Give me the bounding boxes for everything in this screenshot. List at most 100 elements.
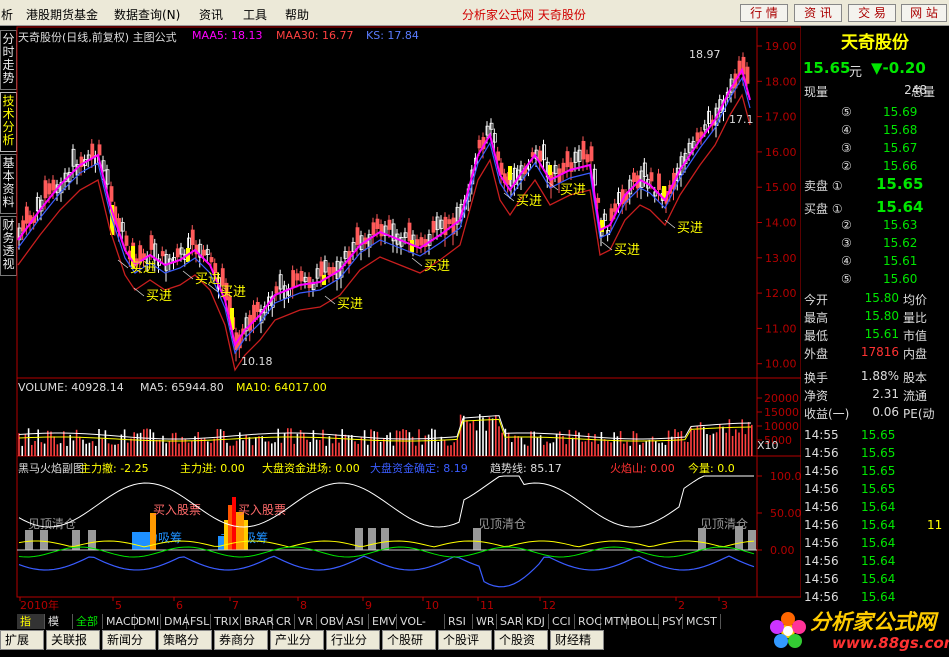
tick-price: 15.65 bbox=[861, 446, 896, 460]
stat-row: 换手 1.88% 股本 bbox=[801, 369, 949, 387]
candle bbox=[319, 261, 324, 277]
bottom-tab[interactable]: 策略分析 bbox=[158, 630, 212, 657]
volume-label: 现量 bbox=[804, 85, 829, 99]
candle bbox=[379, 224, 384, 237]
indicator-tab[interactable]: BOLL bbox=[627, 614, 659, 629]
candle bbox=[97, 144, 102, 156]
candle bbox=[209, 257, 214, 263]
tick-time: 14:56 bbox=[804, 572, 839, 586]
candle bbox=[596, 197, 601, 203]
buy-signal-candle bbox=[508, 166, 512, 180]
main-in-legend: 主力进: 0.00 bbox=[180, 462, 245, 475]
indicator-tab[interactable]: TRIX bbox=[211, 614, 241, 629]
indicator-tab[interactable]: CCI bbox=[549, 614, 575, 629]
tick-volume: 11 bbox=[927, 518, 943, 532]
buy-stock-label: 买入股票 bbox=[153, 503, 201, 517]
candle bbox=[419, 237, 424, 246]
indicator-tab[interactable]: MACD bbox=[103, 614, 139, 629]
top-clear-label: 见顶清仓 bbox=[478, 517, 526, 531]
indicator-tab[interactable]: FSL bbox=[187, 614, 211, 629]
ma5-legend: MAA5: 18.13 bbox=[192, 29, 263, 42]
bottom-tab[interactable]: 财经精选 bbox=[550, 630, 604, 657]
indicator-tab[interactable]: EMV bbox=[369, 614, 397, 629]
candle bbox=[565, 151, 570, 168]
stat-row: 今开 15.80 均价 bbox=[801, 291, 949, 309]
right-price-label: 17.1 bbox=[729, 113, 754, 126]
bottom-tab[interactable]: 行业分析 bbox=[326, 630, 380, 657]
volume-legend: VOLUME: 40928.14 bbox=[18, 381, 124, 394]
vol-ma5-legend: MA5: 65944.80 bbox=[140, 381, 224, 394]
bottom-tab[interactable]: 产业分析 bbox=[270, 630, 324, 657]
tick-time: 14:56 bbox=[804, 518, 839, 532]
stat-row: 最低 15.61 市值 bbox=[801, 327, 949, 345]
ask-row: ⑤ 15.69 bbox=[801, 105, 949, 123]
indicator-tab[interactable]: DMI bbox=[135, 614, 161, 629]
watermark-logo: 分析家公式网 www.88gs.com bbox=[762, 604, 949, 657]
top-clear-bar bbox=[88, 530, 96, 550]
price-tick-label: 13.00 bbox=[765, 252, 797, 265]
buy-label: 买进 bbox=[614, 243, 640, 258]
indicator-tab[interactable]: WR bbox=[473, 614, 497, 629]
buy-pointer bbox=[664, 219, 676, 229]
indicator-tab[interactable]: SAR bbox=[497, 614, 523, 629]
candle bbox=[274, 286, 279, 294]
last-price: 15.65 bbox=[803, 59, 851, 77]
main-retreat-legend: 主力撤: -2.25 bbox=[80, 462, 149, 475]
fire-bar bbox=[244, 520, 248, 550]
price-tick-label: 11.00 bbox=[765, 322, 797, 335]
ask-row: ③ 15.67 bbox=[801, 141, 949, 159]
buy-signal-candle bbox=[548, 165, 552, 175]
indicator-tab[interactable]: CR bbox=[273, 614, 295, 629]
candle bbox=[109, 186, 114, 202]
bottom-tab[interactable]: 个股研报 bbox=[382, 630, 436, 657]
bid-row: ⑤ 15.60 bbox=[801, 272, 949, 290]
indicator-tab[interactable]: DMA bbox=[161, 614, 190, 629]
indicator-tab[interactable]: MCST bbox=[683, 614, 721, 629]
indicator-tab[interactable]: 指标 bbox=[17, 614, 45, 643]
indicator-tab[interactable]: ROC bbox=[575, 614, 602, 629]
candle bbox=[24, 206, 29, 224]
indicator-tab[interactable]: 全部 bbox=[73, 614, 103, 629]
indicator-tab[interactable]: OBV bbox=[317, 614, 343, 629]
bottom-tab[interactable]: 关联报价 bbox=[46, 630, 100, 657]
indicator-tab[interactable]: BRAR bbox=[241, 614, 274, 629]
bid-level: 买盘 ① bbox=[804, 202, 843, 216]
tick-price: 15.65 bbox=[861, 428, 896, 442]
candle bbox=[47, 183, 52, 195]
indicator-tab[interactable]: VOL-TDX bbox=[397, 614, 445, 643]
stat-value: 15.80 bbox=[864, 291, 899, 305]
candle bbox=[447, 219, 452, 225]
ask-level: ⑤ bbox=[841, 105, 852, 119]
stat-label: 收益(一) bbox=[804, 407, 850, 421]
stat-value: 15.61 bbox=[864, 327, 899, 341]
candle bbox=[632, 172, 636, 182]
candle bbox=[499, 162, 504, 175]
bottom-tab[interactable]: 个股评级 bbox=[438, 630, 492, 657]
indicator-tab[interactable]: PSY bbox=[659, 614, 683, 629]
bottom-tab[interactable]: 券商分析 bbox=[214, 630, 268, 657]
candle bbox=[295, 273, 300, 281]
indicator-tab[interactable]: 模板 bbox=[45, 614, 73, 643]
stat-value: 17816 bbox=[860, 345, 899, 359]
indicator-tab[interactable]: VR bbox=[295, 614, 317, 629]
indicator-tab[interactable]: KDJ bbox=[523, 614, 549, 629]
ask-level: ④ bbox=[841, 123, 852, 137]
bottom-tab[interactable]: 新闻分析 bbox=[102, 630, 156, 657]
bottom-tab[interactable]: 扩展区 bbox=[0, 630, 44, 657]
buy-label: 买进 bbox=[146, 289, 172, 304]
watermark-title: 分析家公式网 bbox=[810, 610, 936, 634]
tick-row: 14:56 15.64 bbox=[801, 572, 949, 590]
time-tick-label: 5 bbox=[115, 599, 122, 612]
bid-price: 15.63 bbox=[883, 218, 918, 232]
indicator-tab[interactable]: ASI bbox=[343, 614, 369, 629]
indicator-tab[interactable]: MTM bbox=[601, 614, 630, 629]
candle bbox=[431, 220, 436, 233]
top-clear-bar bbox=[748, 530, 756, 550]
ma5-line bbox=[17, 67, 751, 348]
price-unit: 元 bbox=[849, 65, 863, 80]
bottom-tab[interactable]: 个股资讯 bbox=[494, 630, 548, 657]
candle bbox=[387, 219, 392, 230]
indicator-tab[interactable]: RSI bbox=[445, 614, 473, 629]
candle bbox=[538, 150, 543, 162]
stat-label-2: 均价 bbox=[903, 293, 928, 307]
